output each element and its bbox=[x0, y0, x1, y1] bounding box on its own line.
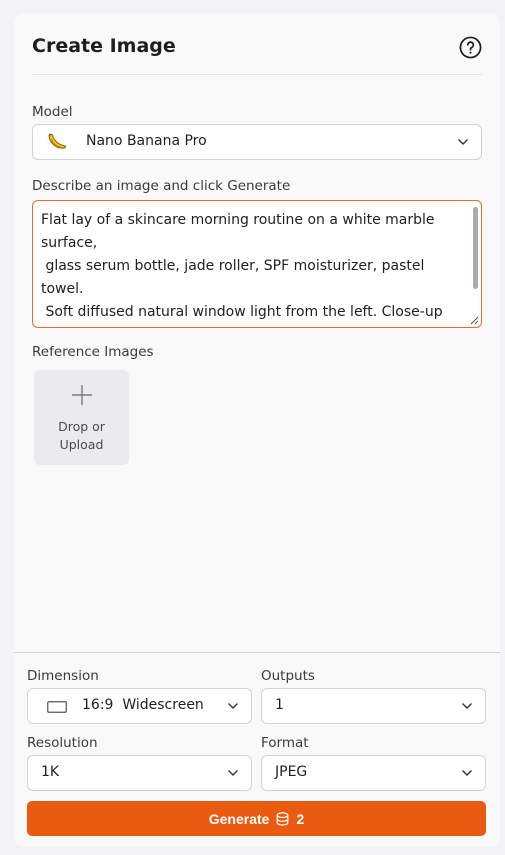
model-label: Model bbox=[32, 104, 73, 120]
chevron-down-icon bbox=[228, 770, 238, 776]
chevron-down-icon bbox=[462, 703, 472, 709]
format-select[interactable]: JPEG bbox=[261, 755, 486, 791]
dimension-select[interactable]: 16:9 Widescreen bbox=[27, 688, 252, 724]
chevron-down-icon bbox=[228, 703, 238, 709]
resize-grip-icon[interactable] bbox=[470, 316, 479, 325]
banana-icon bbox=[48, 133, 66, 149]
aspect-ratio-icon bbox=[47, 701, 67, 713]
divider bbox=[14, 652, 500, 653]
generate-label: Generate bbox=[208, 810, 270, 827]
resolution-label: Resolution bbox=[27, 735, 98, 751]
upload-tile[interactable]: Drop or Upload bbox=[34, 370, 129, 465]
format-value: JPEG bbox=[275, 764, 308, 780]
model-select[interactable]: Nano Banana Pro bbox=[32, 124, 482, 160]
reference-images-label: Reference Images bbox=[32, 344, 154, 360]
create-image-panel: Create Image Model Nano Banana Pro Descr… bbox=[14, 13, 500, 847]
prompt-textarea[interactable]: Flat lay of a skincare morning routine o… bbox=[32, 200, 482, 328]
question-circle-icon[interactable] bbox=[459, 36, 482, 59]
outputs-value: 1 bbox=[275, 697, 284, 713]
generate-button[interactable]: Generate 2 bbox=[27, 801, 486, 836]
prompt-scrollbar[interactable] bbox=[473, 207, 478, 289]
chevron-down-icon bbox=[462, 770, 472, 776]
credits-coin-icon bbox=[277, 811, 289, 826]
page-title: Create Image bbox=[32, 35, 176, 57]
outputs-select[interactable]: 1 bbox=[261, 688, 486, 724]
resolution-value: 1K bbox=[41, 764, 60, 780]
panel-header: Create Image bbox=[32, 35, 482, 75]
plus-icon bbox=[72, 385, 92, 405]
generate-credits: 2 bbox=[296, 810, 305, 827]
model-selected-value: Nano Banana Pro bbox=[86, 133, 207, 149]
dimension-value: 16:9 Widescreen bbox=[82, 697, 204, 713]
resolution-select[interactable]: 1K bbox=[27, 755, 252, 791]
outputs-label: Outputs bbox=[261, 668, 315, 684]
prompt-text: Flat lay of a skincare morning routine o… bbox=[41, 212, 443, 320]
dimension-label: Dimension bbox=[27, 668, 99, 684]
format-label: Format bbox=[261, 735, 309, 751]
prompt-label: Describe an image and click Generate bbox=[32, 178, 291, 194]
chevron-down-icon bbox=[458, 139, 468, 145]
upload-text: Drop or Upload bbox=[58, 419, 105, 452]
